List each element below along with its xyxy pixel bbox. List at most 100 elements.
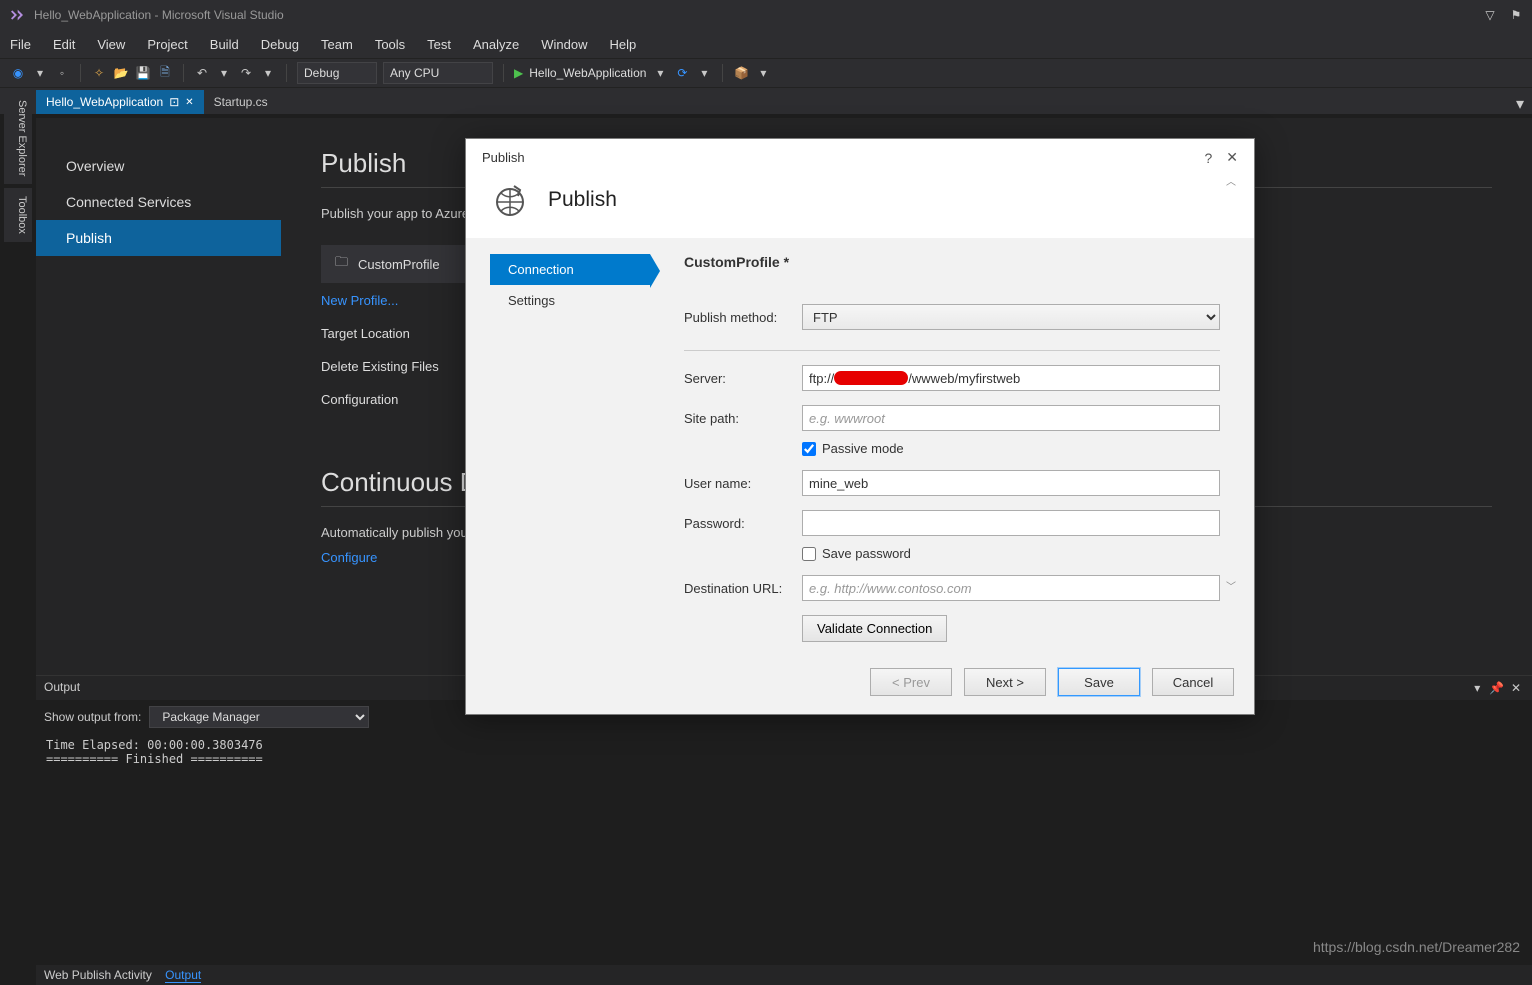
nav-publish[interactable]: Publish <box>36 220 281 256</box>
web-publish-activity-tab[interactable]: Web Publish Activity <box>44 968 152 982</box>
save-icon[interactable]: 💾 <box>135 65 151 81</box>
redo-icon[interactable]: ↷ <box>238 65 254 81</box>
menu-debug[interactable]: Debug <box>261 37 299 52</box>
server-input[interactable]: ftp:// /wwweb/myfirstweb <box>802 365 1220 391</box>
dialog-header: Publish <box>466 176 1254 238</box>
server-suffix: /wwweb/myfirstweb <box>908 371 1020 386</box>
pin-icon[interactable]: ⊡ <box>169 95 179 109</box>
chevron-down-icon[interactable]: ▾ <box>1516 94 1524 114</box>
save-password-checkbox[interactable] <box>802 547 816 561</box>
start-debug-icon[interactable]: ▶ <box>514 66 523 80</box>
dialog-titlebar: Publish ? ✕ <box>466 139 1254 176</box>
passive-mode-checkbox[interactable] <box>802 442 816 456</box>
toolbar-separator <box>503 64 504 82</box>
publish-nav: Overview Connected Services Publish <box>36 118 281 675</box>
chevron-up-icon[interactable]: ︿ <box>1226 173 1242 188</box>
nav-overview[interactable]: Overview <box>36 148 281 184</box>
configuration-combo[interactable]: Debug <box>297 62 377 84</box>
publish-dialog: Publish ? ✕ Publish Connection Settings … <box>465 138 1255 715</box>
show-output-label: Show output from: <box>44 710 141 724</box>
vs-logo-icon <box>8 6 26 24</box>
tab-bar: Hello_WebApplication ⊡ ✕ Startup.cs ▾ <box>0 88 1532 114</box>
menu-edit[interactable]: Edit <box>53 37 75 52</box>
output-tab[interactable]: Output <box>165 968 201 983</box>
pin-icon[interactable]: 📌 <box>1489 680 1505 696</box>
menu-tools[interactable]: Tools <box>375 37 405 52</box>
menu-help[interactable]: Help <box>610 37 637 52</box>
window-title: Hello_WebApplication - Microsoft Visual … <box>34 8 284 22</box>
globe-icon <box>490 180 530 220</box>
menu-analyze[interactable]: Analyze <box>473 37 519 52</box>
publish-method-label: Publish method: <box>684 310 802 325</box>
tab-startup-cs[interactable]: Startup.cs <box>204 90 278 114</box>
site-path-label: Site path: <box>684 411 802 426</box>
server-explorer-tab[interactable]: Server Explorer <box>4 92 32 184</box>
username-input[interactable] <box>802 470 1220 496</box>
refresh-icon[interactable]: ⟳ <box>674 65 690 81</box>
scrollbar[interactable]: ︿ ﹀ <box>1226 173 1242 593</box>
toolbar-separator <box>183 64 184 82</box>
destination-url-input[interactable] <box>802 575 1220 601</box>
close-icon[interactable]: ✕ <box>1226 149 1238 166</box>
wizard-steps: Connection Settings <box>490 254 650 654</box>
title-bar: Hello_WebApplication - Microsoft Visual … <box>0 0 1532 30</box>
close-icon[interactable]: ✕ <box>1508 680 1524 696</box>
profile-name: CustomProfile <box>358 257 440 272</box>
menu-team[interactable]: Team <box>321 37 353 52</box>
chevron-down-icon[interactable]: ▾ <box>32 65 48 81</box>
redacted-host <box>834 371 908 385</box>
connection-form: CustomProfile * Publish method: FTP Serv… <box>650 254 1254 654</box>
menu-build[interactable]: Build <box>210 37 239 52</box>
cancel-button[interactable]: Cancel <box>1152 668 1234 696</box>
save-button[interactable]: Save <box>1058 668 1140 696</box>
menu-test[interactable]: Test <box>427 37 451 52</box>
passive-mode-label: Passive mode <box>822 441 904 456</box>
new-project-icon[interactable]: ✧ <box>91 65 107 81</box>
step-connection[interactable]: Connection <box>490 254 650 285</box>
menu-file[interactable]: File <box>10 37 31 52</box>
password-input[interactable] <box>802 510 1220 536</box>
folder-icon: 🗀 <box>335 253 348 275</box>
nav-connected-services[interactable]: Connected Services <box>36 184 281 220</box>
dialog-title: Publish <box>482 150 525 165</box>
menu-window[interactable]: Window <box>541 37 587 52</box>
side-tool-tabs: Server Explorer Toolbox <box>4 92 32 242</box>
prev-button[interactable]: < Prev <box>870 668 952 696</box>
menu-project[interactable]: Project <box>147 37 187 52</box>
filter-icon[interactable]: ▽ <box>1482 7 1498 23</box>
chevron-down-icon[interactable]: ▾ <box>1469 680 1485 696</box>
site-path-input[interactable] <box>802 405 1220 431</box>
package-icon[interactable]: 📦 <box>733 65 749 81</box>
close-icon[interactable]: ✕ <box>185 97 193 108</box>
save-password-label: Save password <box>822 546 911 561</box>
toolbox-tab[interactable]: Toolbox <box>4 188 32 242</box>
password-label: Password: <box>684 516 802 531</box>
dialog-heading: Publish <box>548 188 617 212</box>
destination-url-label: Destination URL: <box>684 581 802 596</box>
help-icon[interactable]: ? <box>1204 150 1212 166</box>
toolbar-separator <box>80 64 81 82</box>
menu-view[interactable]: View <box>97 37 125 52</box>
profile-name-label: CustomProfile * <box>684 254 789 270</box>
notifications-icon[interactable]: ⚑ <box>1508 7 1524 23</box>
tab-hello-webapplication[interactable]: Hello_WebApplication ⊡ ✕ <box>36 90 204 114</box>
nav-forward-icon[interactable]: ◦ <box>54 65 70 81</box>
publish-method-combo[interactable]: FTP <box>802 304 1220 330</box>
chevron-down-icon[interactable]: ▾ <box>216 65 232 81</box>
next-button[interactable]: Next > <box>964 668 1046 696</box>
chevron-down-icon[interactable]: ▾ <box>652 65 668 81</box>
save-all-icon[interactable]: 🗎 <box>157 65 173 81</box>
chevron-down-icon[interactable]: ▾ <box>755 65 771 81</box>
chevron-down-icon[interactable]: ▾ <box>696 65 712 81</box>
validate-connection-button[interactable]: Validate Connection <box>802 615 947 642</box>
step-settings[interactable]: Settings <box>490 285 650 316</box>
undo-icon[interactable]: ↶ <box>194 65 210 81</box>
open-file-icon[interactable]: 📂 <box>113 65 129 81</box>
output-source-combo[interactable]: Package Manager <box>149 706 369 728</box>
nav-back-icon[interactable]: ◉ <box>10 65 26 81</box>
debug-target[interactable]: Hello_WebApplication <box>529 66 646 80</box>
platform-combo[interactable]: Any CPU <box>383 62 493 84</box>
chevron-down-icon[interactable]: ﹀ <box>1226 578 1242 593</box>
toolbar-separator <box>286 64 287 82</box>
chevron-down-icon[interactable]: ▾ <box>260 65 276 81</box>
